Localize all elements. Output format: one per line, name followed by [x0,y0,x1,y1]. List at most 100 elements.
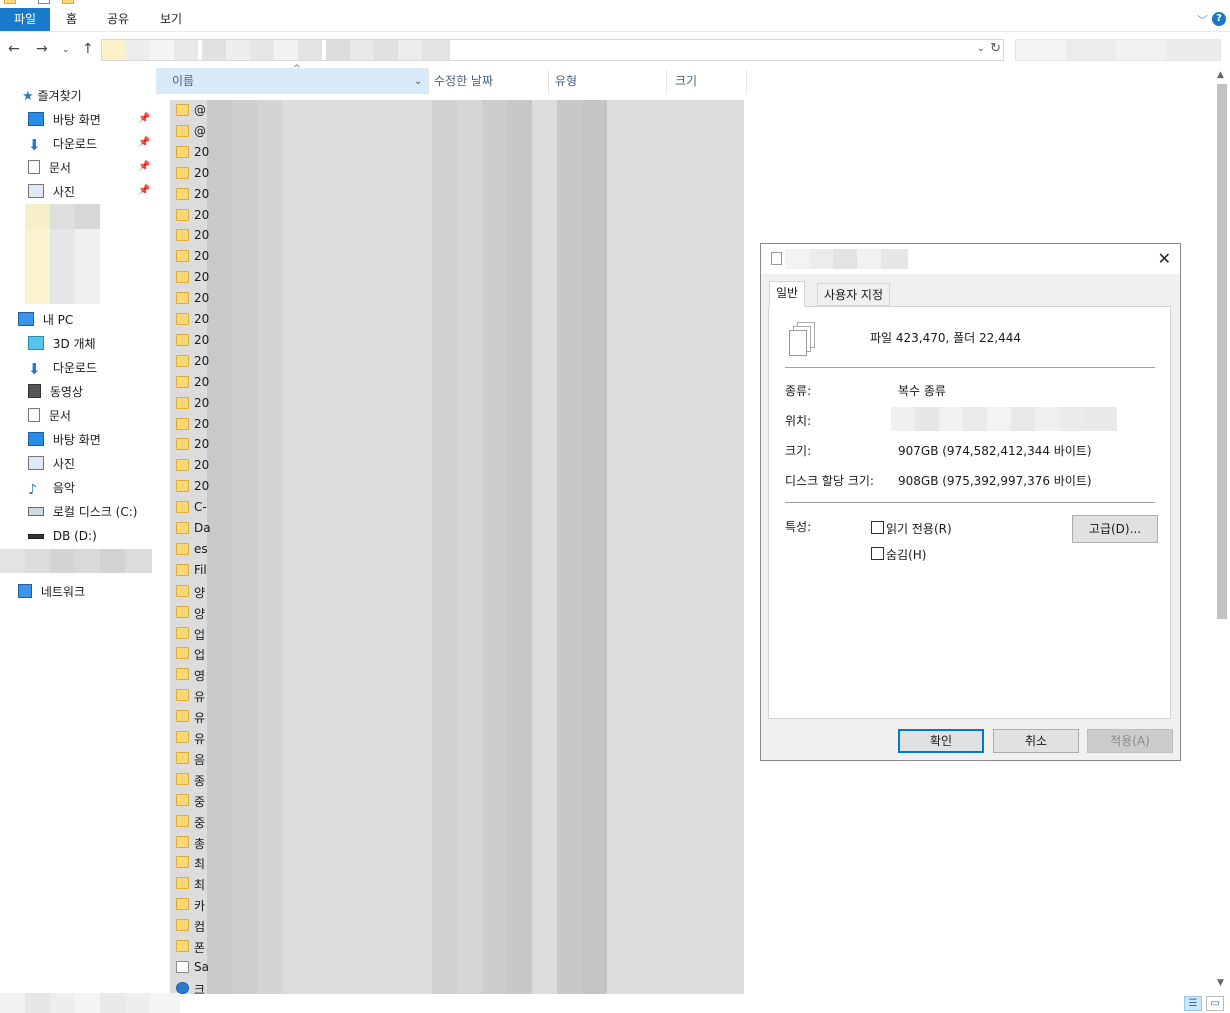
list-item[interactable]: 중 [170,790,744,811]
list-item[interactable]: 20 [170,225,744,246]
nav-item-desktop-pc[interactable]: 바탕 화면 [28,429,101,451]
list-item[interactable]: 20 [170,330,744,351]
list-item[interactable]: 유 [170,685,744,706]
list-item[interactable]: 업 [170,643,744,664]
list-item[interactable]: 음 [170,748,744,769]
list-item[interactable]: 중 [170,811,744,832]
list-item[interactable]: 유 [170,706,744,727]
advanced-button[interactable]: 고급(D)... [1072,515,1158,543]
vertical-scrollbar[interactable]: ▲ ▼ [1214,68,1230,993]
scroll-down-icon[interactable]: ▼ [1217,978,1224,988]
tab-file[interactable]: 파일 [0,8,50,31]
nav-item-desktop[interactable]: 바탕 화면 [28,109,101,131]
pin-icon[interactable]: 📌 [138,137,150,148]
list-item[interactable]: 양 [170,581,744,602]
list-item[interactable]: 20 [170,267,744,288]
list-item[interactable]: 폰 [170,936,744,957]
nav-item-downloads[interactable]: ⬇ 다운로드 [28,133,97,155]
tab-home[interactable]: 홈 [66,8,77,31]
nav-this-pc[interactable]: 내 PC [18,309,73,331]
cancel-button[interactable]: 취소 [993,729,1079,753]
list-item[interactable]: 20 [170,476,744,497]
nav-item-videos[interactable]: 동영상 [28,381,83,403]
address-bar[interactable]: ⌄ ↻ [101,39,1004,61]
list-item[interactable]: 최 [170,852,744,873]
refresh-icon[interactable]: ↻ [990,41,1001,56]
help-icon[interactable]: ? [1212,12,1226,26]
nav-item-drive-d[interactable]: DB (D:) [28,525,97,547]
hidden-checkbox[interactable] [871,547,884,560]
back-arrow-icon[interactable]: ← [8,41,20,57]
tab-view[interactable]: 보기 [160,8,182,31]
nav-item-documents-pc[interactable]: 문서 [28,405,71,427]
column-header-name[interactable]: 이름 [156,68,428,94]
nav-item-music[interactable]: ♪ 음악 [28,477,75,499]
list-item[interactable]: 업 [170,623,744,644]
close-icon[interactable]: ✕ [1158,249,1171,268]
list-item[interactable]: 20 [170,184,744,205]
list-item[interactable]: 20 [170,163,744,184]
scrollbar-thumb[interactable] [1217,84,1227,619]
large-icons-view-icon[interactable]: ▭ [1206,996,1224,1011]
column-header-modified[interactable]: 수정한 날짜 [434,68,493,94]
list-item[interactable]: 20 [170,393,744,414]
list-item[interactable]: C- [170,497,744,518]
forward-arrow-icon[interactable]: → [36,41,48,57]
hidden-label[interactable]: 숨김(H) [886,546,926,563]
column-divider[interactable] [428,70,429,94]
apply-button[interactable]: 적용(A) [1087,729,1173,753]
pin-icon[interactable]: 📌 [138,185,150,196]
up-arrow-icon[interactable]: ↑ [82,41,94,57]
list-item[interactable]: 20 [170,288,744,309]
column-divider[interactable] [746,70,747,94]
list-item[interactable]: 크 [170,978,744,994]
list-item[interactable]: 컴 [170,915,744,936]
list-item[interactable]: @ [170,100,744,121]
nav-quick-access[interactable]: ★ 즐겨찾기 [22,85,82,107]
list-item[interactable]: 20 [170,351,744,372]
nav-item-pictures[interactable]: 사진 [28,181,75,203]
readonly-checkbox[interactable] [871,521,884,534]
details-view-icon[interactable]: ☰ [1184,996,1202,1011]
list-item[interactable]: 20 [170,414,744,435]
column-header-type[interactable]: 유형 [555,68,577,94]
nav-network[interactable]: 네트워크 [18,581,85,603]
pin-icon[interactable]: 📌 [138,113,150,124]
pin-icon[interactable]: 📌 [138,161,150,172]
tab-share[interactable]: 공유 [107,8,129,31]
nav-item-documents[interactable]: 문서 [28,157,71,179]
list-item[interactable]: Da [170,518,744,539]
column-header-size[interactable]: 크기 [675,68,697,94]
list-item[interactable]: 종 [170,769,744,790]
list-item[interactable]: 20 [170,372,744,393]
scroll-up-icon[interactable]: ▲ [1217,70,1224,80]
list-item[interactable]: 20 [170,142,744,163]
list-item[interactable]: @ [170,121,744,142]
tab-general[interactable]: 일반 [769,281,806,307]
list-item[interactable]: Sa [170,957,744,978]
list-item[interactable]: Fil [170,560,744,581]
nav-item-drive-c[interactable]: 로컬 디스크 (C:) [28,501,137,523]
list-item[interactable]: 총 [170,832,744,853]
list-item[interactable]: 20 [170,455,744,476]
search-input[interactable] [1015,39,1221,61]
list-item[interactable]: 카 [170,894,744,915]
readonly-label[interactable]: 읽기 전용(R) [886,520,952,537]
nav-item-3d-objects[interactable]: 3D 개체 [28,333,96,355]
column-divider[interactable] [666,70,667,94]
list-item[interactable]: 최 [170,873,744,894]
column-divider[interactable] [548,70,549,94]
nav-item-pictures-pc[interactable]: 사진 [28,453,75,475]
address-dropdown-icon[interactable]: ⌄ [977,43,985,54]
list-item[interactable]: 20 [170,434,744,455]
nav-item-downloads-pc[interactable]: ⬇ 다운로드 [28,357,97,379]
recent-dropdown-icon[interactable]: ⌄ [62,45,70,55]
list-item[interactable]: 유 [170,727,744,748]
list-item[interactable]: 영 [170,664,744,685]
list-item[interactable]: 20 [170,205,744,226]
list-item[interactable]: es [170,539,744,560]
list-item[interactable]: 20 [170,309,744,330]
column-filter-icon[interactable]: ⌄ [414,76,422,87]
list-item[interactable]: 양 [170,602,744,623]
list-item[interactable]: 20 [170,246,744,267]
